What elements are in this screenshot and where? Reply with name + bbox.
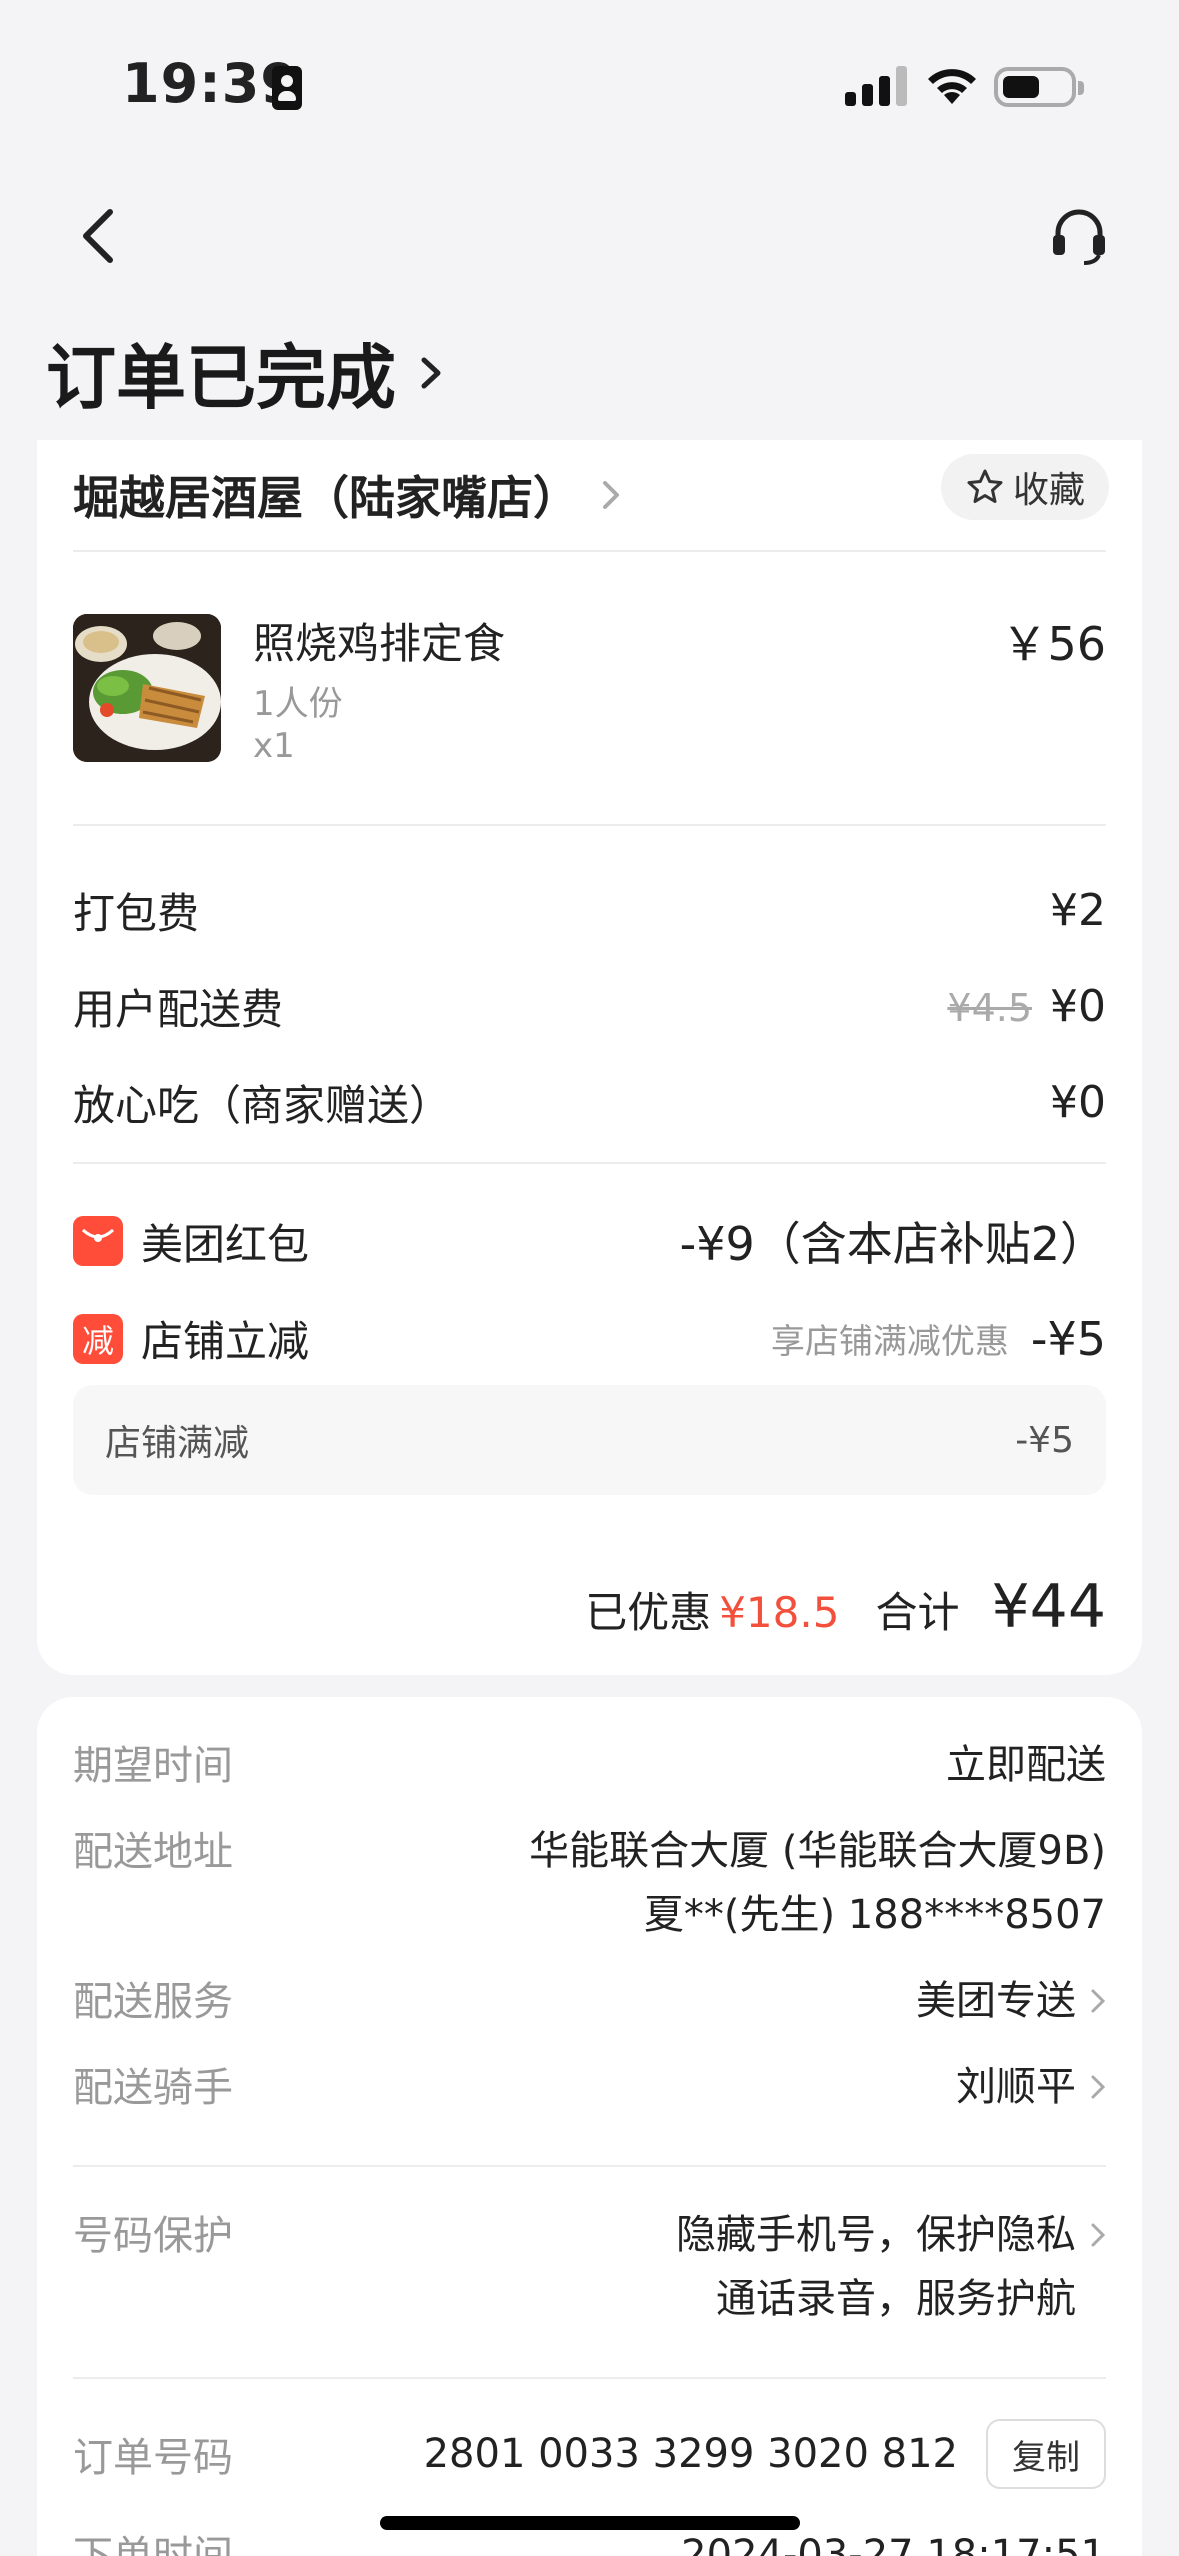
info-label: 期望时间 (73, 1743, 233, 1789)
discount-detail-label: 店铺满减 (105, 1423, 250, 1464)
chevron-right-icon (421, 357, 441, 388)
info-row-order-number: 订单号码 2801 0033 3299 3020 812 复制 (73, 2419, 1106, 2489)
info-label: 号码保护 (73, 2213, 233, 2259)
fee-label: 放心吃（商家赠送） (73, 1081, 452, 1130)
star-icon (967, 469, 1003, 503)
food-portion: 1人份 (253, 684, 343, 724)
info-value: 刘顺平 (956, 2064, 1076, 2110)
fee-row-packaging: 打包费 ¥2 (73, 880, 1106, 941)
total-label: 合计 (875, 1588, 960, 1637)
fee-row-food-safety: 放心吃（商家赠送） ¥0 (73, 1072, 1106, 1133)
order-status-title[interactable]: 订单已完成 (46, 322, 446, 423)
saved-value: ¥18.5 (719, 1588, 840, 1637)
promo-label: 美团红包 (141, 1219, 310, 1269)
privacy-line-1: 隐藏手机号，保护隐私 (676, 2212, 1076, 2258)
info-label: 配送骑手 (73, 2065, 233, 2111)
original-fee: ¥4.5 (947, 986, 1032, 1030)
promo-row-shop-discount: 减 店铺立减 享店铺满减优惠 -¥5 (73, 1308, 1106, 1369)
contact-card-icon (272, 66, 302, 110)
delivery-info-card: 期望时间 立即配送 配送地址 华能联合大厦 (华能联合大厦9B) 夏**(先生)… (37, 1697, 1142, 2556)
fee-value: ¥2 (1050, 885, 1106, 936)
food-quantity: x1 (253, 726, 295, 766)
shop-name-link[interactable]: 堀越居酒屋（陆家嘴店） (73, 462, 621, 528)
total-value: ¥44 (991, 1572, 1106, 1642)
order-number: 2801 0033 3299 3020 812 (423, 2431, 958, 2477)
wifi-icon (928, 69, 976, 104)
status-bar: 19:39 (0, 0, 1179, 170)
info-label: 下单时间 (73, 2533, 233, 2556)
food-thumbnail[interactable] (73, 614, 221, 762)
chevron-right-icon (1091, 2223, 1106, 2247)
contact-line: 夏**(先生) 188****8507 (643, 1892, 1106, 1938)
chevron-right-icon (603, 481, 619, 509)
address-line: 华能联合大厦 (华能联合大厦9B) (529, 1828, 1106, 1874)
promo-label: 店铺立减 (141, 1317, 310, 1366)
divider (73, 1162, 1106, 1164)
promo-note: 享店铺满减优惠 (770, 1322, 1009, 1362)
discount-detail-value: -¥5 (1015, 1419, 1074, 1461)
page-title: 订单已完成 (46, 337, 396, 419)
info-row-rider[interactable]: 配送骑手 刘顺平 (73, 2055, 1106, 2119)
info-value: 立即配送 (946, 1742, 1106, 1788)
chevron-right-icon (1091, 2075, 1106, 2099)
promo-row-redpacket: 美团红包 -¥9（含本店补贴2） (73, 1208, 1106, 1274)
saved-label: 已优惠 (585, 1588, 712, 1637)
privacy-line-2: 通话录音，服务护航 (716, 2276, 1076, 2322)
info-value: 美团专送 (916, 1978, 1076, 2024)
battery-icon (994, 67, 1084, 107)
favorite-button[interactable]: 收藏 (941, 454, 1109, 520)
info-label: 订单号码 (73, 2435, 233, 2481)
info-row-address: 配送地址 华能联合大厦 (华能联合大厦9B) 夏**(先生) 188****85… (73, 1819, 1106, 1947)
cellular-signal-icon (845, 66, 907, 106)
chevron-right-icon (1091, 1989, 1106, 2013)
info-label: 配送地址 (73, 1829, 233, 1875)
discount-detail-box: 店铺满减 -¥5 (73, 1385, 1106, 1495)
copy-button[interactable]: 复制 (986, 2419, 1106, 2489)
discount-badge-icon: 减 (73, 1313, 123, 1364)
fee-row-delivery: 用户配送费 ¥4.5 ¥0 (73, 976, 1106, 1037)
red-envelope-icon (73, 1216, 123, 1266)
food-name: 照烧鸡排定食 (253, 619, 506, 668)
food-photo (73, 614, 221, 762)
back-arrow-icon[interactable] (74, 206, 120, 266)
divider (73, 824, 1106, 826)
favorite-label: 收藏 (1012, 470, 1085, 511)
food-price: ￥56 (1001, 617, 1106, 671)
promo-value: -¥5 (1030, 1311, 1106, 1366)
shop-name: 堀越居酒屋（陆家嘴店） (73, 471, 579, 525)
divider (73, 2377, 1106, 2379)
fee-value-group: ¥4.5 ¥0 (947, 981, 1106, 1032)
info-row-expected-time: 期望时间 立即配送 (73, 1733, 1106, 1797)
customer-service-headset-icon[interactable] (1048, 205, 1110, 267)
info-row-service[interactable]: 配送服务 美团专送 (73, 1969, 1106, 2033)
promo-value: -¥9（含本店补贴2） (679, 1217, 1106, 1271)
divider (73, 550, 1106, 552)
info-label: 配送服务 (73, 1979, 233, 2025)
fee-value: ¥0 (1050, 981, 1106, 1032)
info-row-privacy[interactable]: 号码保护 隐藏手机号，保护隐私 通话录音，服务护航 (73, 2203, 1106, 2331)
fee-label: 打包费 (73, 889, 200, 938)
order-total: 已优惠 ¥18.5 合计 ¥44 (585, 1572, 1106, 1642)
fee-label: 用户配送费 (73, 985, 284, 1034)
order-detail-card: 堀越居酒屋（陆家嘴店） 收藏 照烧鸡排定食 1人份 x1 ￥56 打包费 ¥2 (37, 440, 1142, 1675)
divider (73, 2165, 1106, 2167)
fee-value: ¥0 (1050, 1077, 1106, 1128)
home-indicator[interactable] (380, 2516, 800, 2530)
